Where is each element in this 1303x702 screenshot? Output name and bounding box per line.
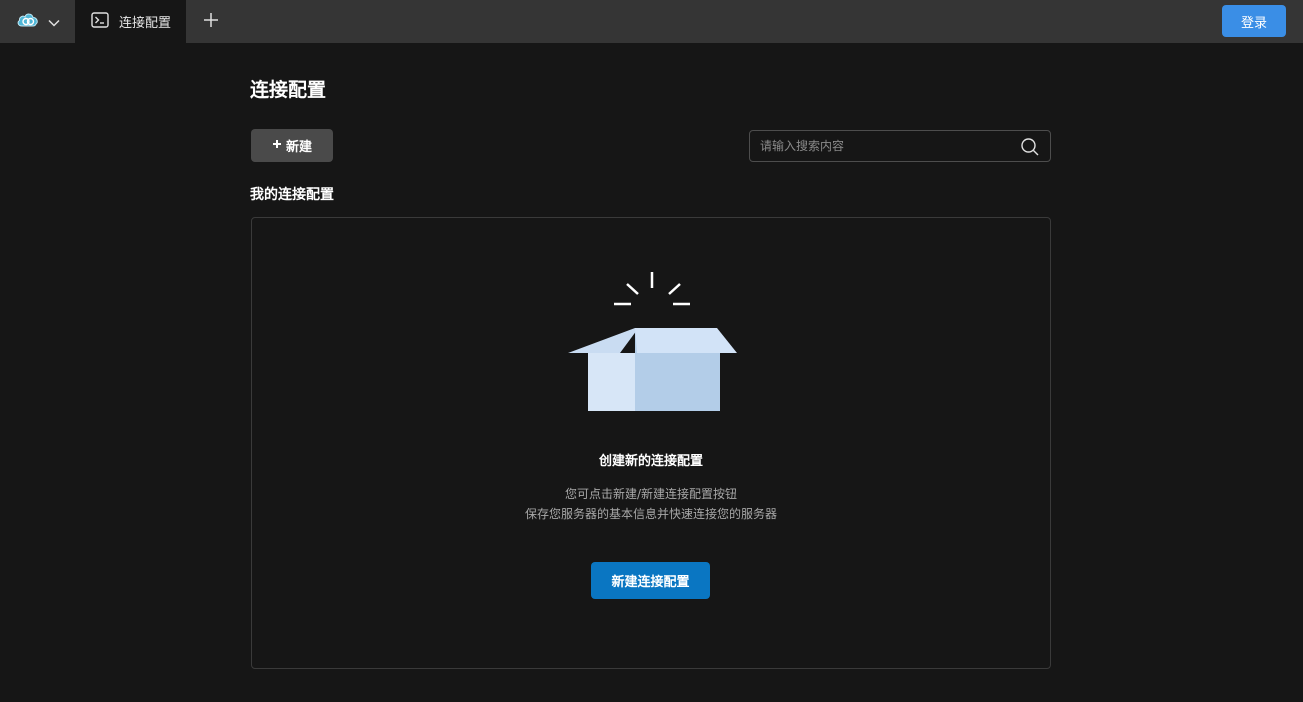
empty-state-panel: 创建新的连接配置 您可点击新建/新建连接配置按钮 保存您服务器的基本信息并快速连… (251, 217, 1051, 669)
new-button[interactable]: 新建 (251, 129, 333, 162)
plus-icon (272, 138, 282, 153)
open-box-icon (565, 270, 740, 415)
add-tab-button[interactable] (198, 9, 224, 35)
top-bar: 连接配置 登录 (0, 0, 1303, 43)
empty-state-description-line2: 保存您服务器的基本信息并快速连接您的服务器 (524, 507, 777, 521)
page-title: 连接配置 (250, 79, 327, 101)
terminal-icon (91, 11, 109, 32)
cloud-logo-icon (16, 10, 40, 34)
section-title: 我的连接配置 (250, 187, 334, 203)
new-button-label: 新建 (285, 140, 312, 155)
search-box (749, 130, 1051, 162)
plus-icon (202, 11, 220, 33)
search-input[interactable] (750, 131, 1010, 161)
tab-label: 连接配置 (119, 16, 172, 31)
tab-connection-config[interactable]: 连接配置 (75, 0, 186, 43)
create-connection-config-button[interactable]: 新建连接配置 (591, 562, 710, 599)
chevron-down-icon (47, 12, 60, 31)
empty-state-description-line1: 您可点击新建/新建连接配置按钮 (564, 487, 738, 501)
search-icon[interactable] (1020, 137, 1040, 157)
app-menu[interactable] (0, 0, 75, 43)
login-button[interactable]: 登录 (1222, 5, 1286, 37)
empty-state-title: 创建新的连接配置 (598, 454, 703, 469)
